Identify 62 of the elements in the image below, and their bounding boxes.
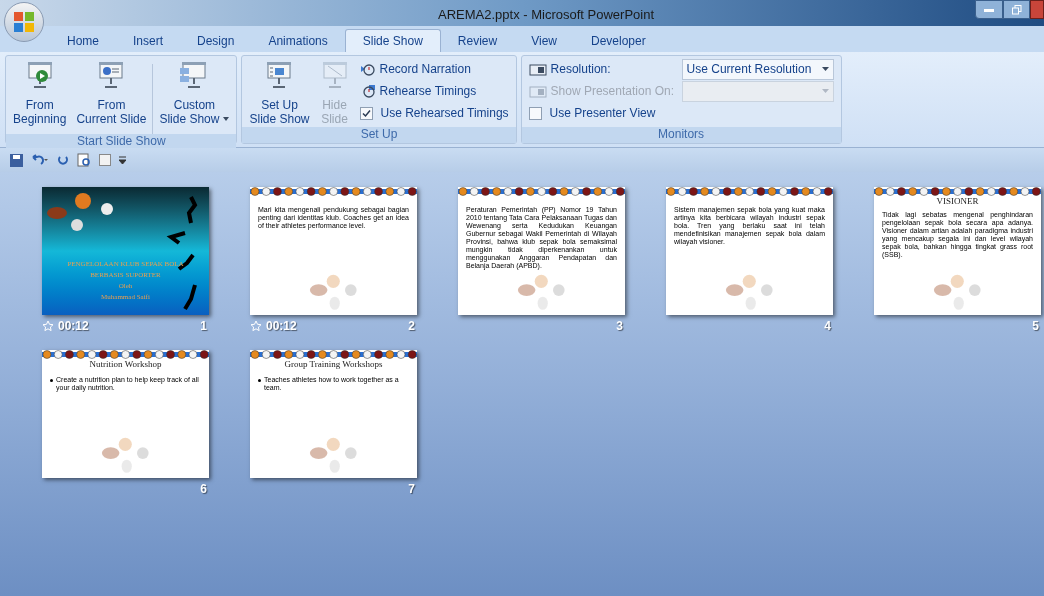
minimize-button[interactable]: [975, 0, 1003, 19]
ribbon-tab[interactable]: Design: [180, 29, 252, 52]
save-icon[interactable]: [10, 153, 23, 167]
print-preview-icon[interactable]: [77, 153, 91, 167]
ribbon-tab[interactable]: Home: [50, 29, 116, 52]
bullet-icon: [258, 379, 261, 382]
sports-balls-drawing: [516, 274, 568, 312]
star-icon: [250, 320, 262, 332]
slide-thumbnail[interactable]: [458, 187, 625, 315]
star-icon: [42, 320, 54, 332]
ribbon-button[interactable]: From Beginning: [9, 56, 71, 126]
dropdown[interactable]: Use Current Resolution: [681, 58, 834, 80]
ribbon-tab[interactable]: View: [514, 29, 574, 52]
stopwatch-icon: [359, 62, 376, 76]
slide-thumbnail[interactable]: [874, 187, 1041, 315]
ribbon-tab[interactable]: Animations: [251, 29, 345, 52]
minimize-icon: [984, 7, 994, 12]
undo-icon[interactable]: [31, 154, 49, 166]
slide-title: VISIONER: [936, 196, 979, 207]
checkbox[interactable]: [528, 106, 542, 120]
ribbon-button[interactable]: Set Up Slide Show: [245, 56, 314, 126]
slide-number: 2: [408, 318, 415, 335]
bullet-icon: [50, 379, 53, 382]
customize-toolbar-icon[interactable]: [119, 156, 126, 164]
slide-number: 1: [200, 318, 207, 335]
ribbon-tab[interactable]: Insert: [116, 29, 181, 52]
sports-balls-drawing: [724, 274, 776, 312]
slide-number: 6: [200, 481, 207, 498]
office-logo-icon: [13, 11, 35, 33]
redo-icon[interactable]: [57, 154, 69, 166]
sports-balls-drawing: [308, 437, 360, 475]
slide-icon[interactable]: [99, 154, 111, 166]
restore-icon: [1011, 4, 1022, 15]
group-label: Set Up: [242, 127, 516, 143]
slide-timing: 00:12: [266, 318, 297, 335]
ribbon-button[interactable]: Record Narration: [355, 58, 513, 80]
ribbon-tab[interactable]: Slide Show: [344, 29, 441, 52]
slide-number: 7: [408, 481, 415, 498]
dropdown-label: Show Presentation On:: [550, 83, 675, 100]
caret-icon: [821, 89, 829, 93]
slide-title: Nutrition Workshop: [89, 359, 162, 370]
ribbon-button[interactable]: Custom Slide Show: [155, 56, 234, 126]
slide-number: 5: [1032, 318, 1039, 335]
caret-icon: [821, 67, 829, 71]
dropdown-label: Resolution:: [550, 61, 612, 78]
slide-title: Group Training Workshops: [284, 359, 383, 370]
ribbon-button[interactable]: Rehearse Timings: [355, 80, 513, 102]
sports-balls-drawing: [308, 274, 360, 312]
ribbon-tab[interactable]: Developer: [573, 29, 663, 52]
slide-number: 4: [824, 318, 831, 335]
ribbon-tab[interactable]: Review: [440, 29, 515, 52]
sports-balls-drawing: [932, 274, 984, 312]
slide-number: 3: [616, 318, 623, 335]
ribbon-button[interactable]: From Current Slide: [72, 56, 151, 126]
checkbox-label[interactable]: Use Presenter View: [549, 104, 656, 122]
sports-balls-drawing: [100, 437, 152, 475]
checkbox[interactable]: [359, 106, 373, 120]
window-title: AREMA2.pptx - Microsoft PowerPoint: [438, 6, 655, 24]
restore-button[interactable]: [1003, 0, 1030, 19]
slide-timing: 00:12: [58, 318, 89, 335]
group-label: Monitors: [521, 127, 841, 143]
checkbox-label[interactable]: Use Rehearsed Timings: [380, 104, 509, 122]
